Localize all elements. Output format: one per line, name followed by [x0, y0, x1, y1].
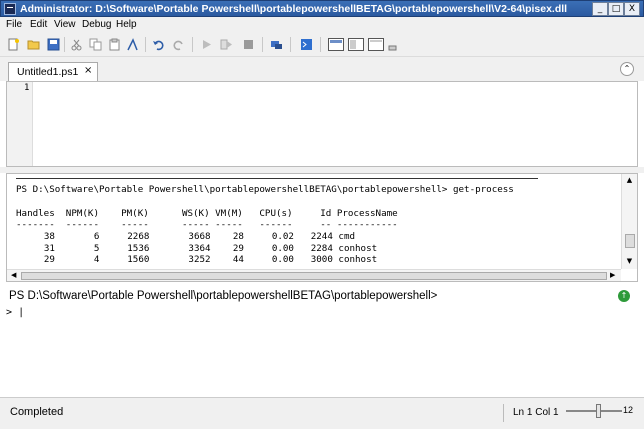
- tab-label: Untitled1.ps1: [17, 66, 79, 78]
- cell-handles: 31: [43, 242, 55, 254]
- cell-ws: 3668: [188, 231, 211, 242]
- scroll-thumb[interactable]: [625, 234, 635, 248]
- zoom-level: 12: [623, 405, 634, 415]
- title-bar[interactable]: Administrator: D:\Software\Portable Powe…: [0, 0, 644, 17]
- tab-close-icon[interactable]: ×: [84, 65, 92, 76]
- layout-right-icon[interactable]: [348, 38, 364, 51]
- menu-edit[interactable]: Edit: [30, 19, 47, 30]
- hscroll-thumb[interactable]: [21, 272, 607, 280]
- cell-pm: 1560: [127, 254, 150, 265]
- paste-icon[interactable]: [108, 38, 121, 51]
- cell-id: 2244: [310, 231, 333, 242]
- cell-ws: 3364: [188, 242, 211, 254]
- cell-id: 3000: [310, 254, 333, 265]
- undo-icon[interactable]: [152, 38, 165, 51]
- menu-debug[interactable]: Debug: [82, 19, 111, 30]
- output-table-underline: ------- ------ ----- ----- ----- ------ …: [16, 219, 398, 230]
- tab-untitled1[interactable]: Untitled1.ps1 ×: [8, 62, 98, 81]
- output-horizontal-scrollbar[interactable]: ◀ ▶: [7, 269, 621, 281]
- cursor-position: Ln 1 Col 1: [513, 407, 559, 418]
- process-rows: 38 6 2268 3668 28 0.02 2244 cmd 31 5 1536 3364 29 0.0…: [16, 231, 377, 266]
- output-table-header: Handles NPM(K) PM(K) WS(K) VM(M) CPU(s) …: [16, 208, 398, 219]
- run-script-icon[interactable]: [200, 38, 213, 51]
- cell-vm: 44: [232, 254, 244, 265]
- scroll-right-icon[interactable]: ▶: [610, 271, 615, 279]
- script-editor[interactable]: 1: [6, 81, 638, 167]
- input-marker: >: [6, 307, 13, 318]
- cell-cpu: 0.02: [271, 231, 294, 242]
- output-separator: [16, 178, 538, 179]
- command-pane[interactable]: PS D:\Software\Portable Powershell\porta…: [0, 284, 644, 397]
- zoom-slider-handle[interactable]: [596, 404, 601, 418]
- input-caret: |: [18, 307, 25, 318]
- menu-view[interactable]: View: [54, 19, 76, 30]
- toolbar: [0, 33, 644, 57]
- minimize-button[interactable]: _: [592, 2, 608, 16]
- menu-help[interactable]: Help: [116, 19, 137, 30]
- powershell-icon: [4, 3, 16, 15]
- line-number: 1: [24, 83, 30, 93]
- save-icon[interactable]: [47, 38, 60, 51]
- scroll-down-icon[interactable]: ▼: [625, 257, 634, 266]
- cell-name: cmd: [338, 231, 356, 242]
- copy-icon[interactable]: [89, 38, 102, 51]
- table-row: 31 5 1536 3364 29 0.00 2284 conhost: [16, 243, 377, 255]
- run-selection-icon[interactable]: [220, 38, 233, 51]
- line-number-gutter: 1: [7, 82, 33, 166]
- run-command-icon[interactable]: ↑: [618, 290, 630, 302]
- layout-max-icon[interactable]: [368, 38, 384, 51]
- cell-handles: 29: [43, 254, 55, 265]
- layout-top-icon[interactable]: [328, 38, 344, 51]
- cell-handles: 38: [43, 231, 55, 242]
- redo-icon[interactable]: [172, 38, 185, 51]
- cell-cpu: 0.00: [271, 242, 294, 254]
- table-row: 29 4 1560 3252 44 0.00 3000 conhost: [16, 254, 377, 266]
- output-pane[interactable]: PS D:\Software\Portable Powershell\porta…: [6, 173, 638, 282]
- toolbar-overflow-icon[interactable]: [388, 38, 397, 51]
- clear-icon[interactable]: [126, 38, 139, 51]
- cell-ws: 3252: [188, 254, 211, 265]
- cell-vm: 28: [232, 231, 244, 242]
- command-input[interactable]: > |: [6, 307, 24, 318]
- new-file-icon[interactable]: [7, 38, 20, 51]
- cell-npm: 4: [93, 254, 100, 265]
- maximize-button[interactable]: □: [608, 2, 624, 16]
- status-text: Completed: [10, 406, 64, 418]
- scroll-up-icon[interactable]: ▲: [625, 176, 634, 185]
- cell-npm: 5: [93, 242, 100, 254]
- console-icon[interactable]: [300, 38, 313, 51]
- window-title: Administrator: D:\Software\Portable Powe…: [20, 3, 568, 15]
- close-button[interactable]: X: [624, 2, 640, 16]
- cell-pm: 2268: [127, 231, 150, 242]
- output-prompt-line: PS D:\Software\Portable Powershell\porta…: [16, 184, 514, 195]
- table-row: 38 6 2268 3668 28 0.02 2244 cmd: [16, 231, 377, 243]
- cell-cpu: 0.00: [271, 254, 294, 265]
- menu-bar: File Edit View Debug Help: [0, 17, 644, 33]
- scroll-left-icon[interactable]: ◀: [11, 271, 16, 279]
- zoom-slider-track[interactable]: [566, 410, 622, 412]
- command-prompt: PS D:\Software\Portable Powershell\porta…: [9, 290, 438, 302]
- open-folder-icon[interactable]: [27, 38, 40, 51]
- collapse-script-pane-icon[interactable]: ⌃: [620, 62, 634, 76]
- output-vertical-scrollbar[interactable]: ▲ ▼: [621, 174, 637, 269]
- cell-name: conhost: [338, 242, 378, 254]
- menu-file[interactable]: File: [6, 19, 22, 30]
- cell-name: conhost: [338, 254, 378, 265]
- tab-strip: Untitled1.ps1 ×: [0, 57, 644, 81]
- cell-id: 2284: [310, 242, 333, 254]
- cell-npm: 6: [93, 231, 100, 242]
- status-bar: Completed Ln 1 Col 1 12: [0, 397, 644, 429]
- remote-powershell-icon[interactable]: [270, 38, 283, 51]
- cut-icon[interactable]: [70, 38, 83, 51]
- stop-icon[interactable]: [242, 38, 255, 51]
- cell-pm: 1536: [127, 242, 150, 254]
- cell-vm: 29: [232, 242, 244, 254]
